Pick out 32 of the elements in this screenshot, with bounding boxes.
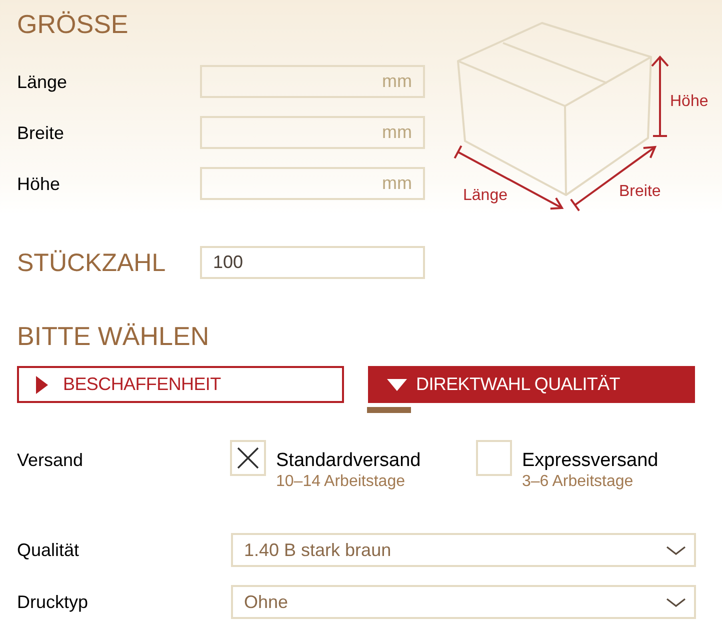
dropdown[interactable]: Ohne bbox=[231, 585, 696, 619]
cross-mark-icon bbox=[237, 447, 259, 469]
field-label: Länge bbox=[17, 70, 68, 92]
checkbox[interactable] bbox=[476, 440, 512, 476]
chevron-down-icon bbox=[666, 546, 686, 554]
section-heading: GRÖSSE bbox=[17, 8, 128, 40]
field-label: Breite bbox=[17, 122, 64, 144]
field-label: Versand bbox=[17, 450, 84, 470]
dimension-label: Länge bbox=[463, 187, 508, 204]
option-detail: 10–14 Arbeitstage bbox=[276, 472, 405, 492]
caret-icon bbox=[387, 378, 407, 390]
dimension-field[interactable]: mm bbox=[200, 65, 425, 98]
quantity-field[interactable]: 100 bbox=[200, 246, 425, 279]
chevron-down-icon bbox=[666, 598, 686, 606]
dimension-field[interactable]: mm bbox=[200, 167, 425, 200]
tab[interactable]: DIREKTWAHL QUALITÄT bbox=[368, 366, 695, 403]
caret-icon bbox=[36, 376, 48, 394]
option-detail: 3–6 Arbeitstage bbox=[522, 472, 634, 492]
section-heading: BITTE WÄHLEN bbox=[17, 320, 210, 352]
option-label: Expressversand bbox=[522, 450, 658, 472]
tab-indicator bbox=[367, 407, 411, 413]
tab[interactable]: BESCHAFFENHEIT bbox=[17, 366, 344, 403]
dimension-label: Höhe bbox=[670, 93, 708, 110]
option-label: Standardversand bbox=[276, 450, 421, 472]
field-label: Drucktyp bbox=[17, 591, 88, 613]
quantity-label: STÜCKZAHL bbox=[17, 248, 166, 278]
dropdown[interactable]: 1.40 B stark braun bbox=[231, 533, 696, 567]
field-label: Qualität bbox=[17, 539, 80, 561]
checkbox[interactable] bbox=[230, 440, 266, 476]
field-label: Höhe bbox=[17, 172, 60, 194]
dimension-field[interactable]: mm bbox=[200, 116, 425, 149]
dimension-label: Breite bbox=[619, 183, 661, 200]
